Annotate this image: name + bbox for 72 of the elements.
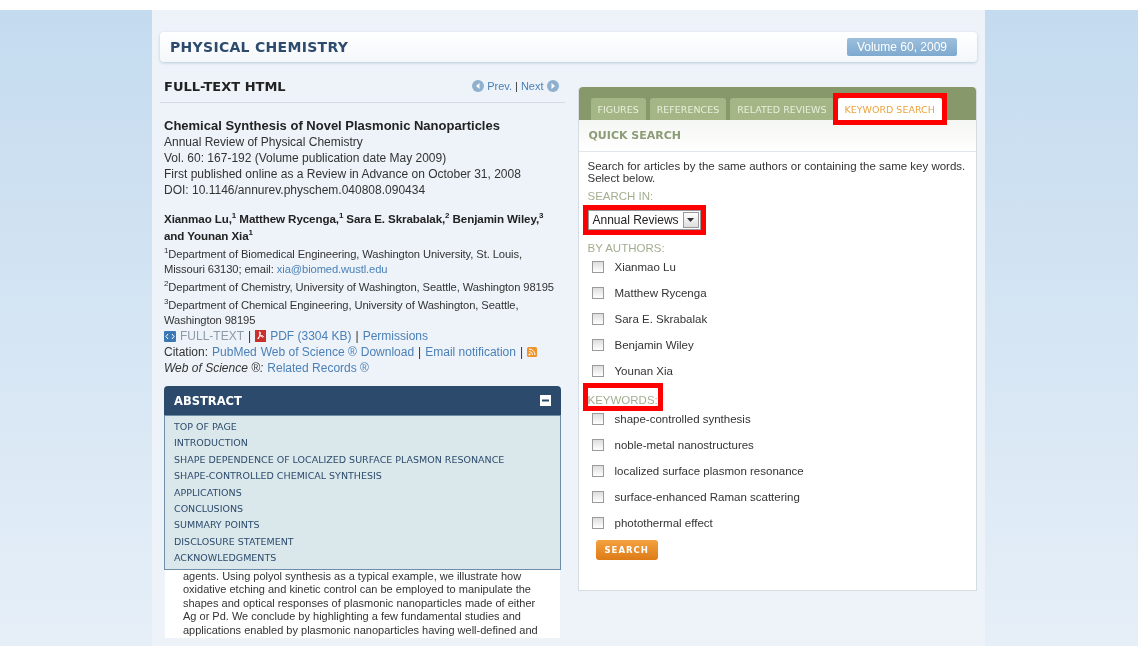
menu-link[interactable]: SHAPE-CONTROLLED CHEMICAL SYNTHESIS <box>174 468 382 485</box>
volume-badge: Volume 60, 2009 <box>846 38 957 56</box>
checkbox[interactable] <box>591 261 604 273</box>
separator: | <box>355 328 359 344</box>
checkbox[interactable] <box>591 413 604 425</box>
author-list: Xianmao Lu,$^{1}$ Matthew Rycenga,$^{1}$ Sara E. Skrabalak,$^{2}$ Benjamin Wiley,$^{3}$ and Younan Xia$^{1}$ <box>164 210 561 244</box>
checkbox[interactable] <box>591 517 604 529</box>
menu-link[interactable]: SUMMARY POINTS <box>174 517 260 534</box>
checkbox-label: shape-controlled synthesis <box>614 413 751 425</box>
journal-title: PHYSICAL CHEMISTRY <box>170 39 349 55</box>
checkbox-label: Benjamin Wiley <box>614 339 694 351</box>
checkbox-label: Matthew Rycenga <box>614 287 707 299</box>
prev-link[interactable]: Prev. <box>487 78 512 94</box>
tab[interactable]: KEYWORD SEARCH <box>837 98 942 120</box>
panel-title: QUICK SEARCH <box>578 120 976 152</box>
field-label: SEARCH IN: <box>587 190 654 202</box>
article-meta: First published online as a Review in Advance on October 31, 2008 <box>164 166 522 182</box>
checkbox[interactable] <box>591 287 604 299</box>
affiliation-text: $^{2}$Department of Chemistry, University of Washington, Seattle, Washington 98195 <box>164 280 555 295</box>
checkbox[interactable] <box>591 313 604 325</box>
abstract-title: ABSTRACT <box>174 393 242 408</box>
rss-icon <box>527 347 538 357</box>
article-meta: Vol. 60: 167-192 (Volume publication date May 2009) <box>164 150 448 166</box>
checkbox-label: surface-enhanced Raman scattering <box>614 491 800 503</box>
checkbox-label: noble-metal nanostructures <box>614 439 754 451</box>
separator: | <box>515 79 518 94</box>
menu-link[interactable]: DISCLOSURE STATEMENT <box>174 533 294 551</box>
separator: | <box>519 344 524 360</box>
checkbox-label: localized surface plasmon resonance <box>614 465 804 477</box>
next-link[interactable]: Next <box>520 78 544 94</box>
code-icon <box>164 330 176 342</box>
checkbox-label: Younan Xia <box>614 365 673 377</box>
article-title: Chemical Synthesis of Novel Plasmonic Nanoparticles <box>164 117 501 134</box>
group-label: BY AUTHORS: <box>587 242 665 254</box>
menu-link[interactable]: ACKNOWLEDGMENTS <box>174 550 277 567</box>
text-link[interactable]: Email notification <box>425 344 516 360</box>
separator: | <box>248 328 252 344</box>
separator: | <box>418 344 422 360</box>
checkbox[interactable] <box>591 465 604 477</box>
menu-link[interactable]: APPLICATIONS <box>174 484 242 502</box>
select-field[interactable]: Annual Reviews <box>587 210 701 230</box>
section-title: FULL-TEXT HTML <box>164 78 286 94</box>
checkbox-label: Xianmao Lu <box>614 261 676 273</box>
text-link[interactable]: Permissions <box>362 328 428 344</box>
text-link[interactable]: Web of Science ® <box>260 344 357 360</box>
checkbox-label: photothermal effect <box>614 517 713 529</box>
menu-link[interactable]: SHAPE DEPENDENCE OF LOCALIZED SURFACE PLASMON RESONANCE <box>174 451 505 469</box>
citation-label: Web of Science ®: <box>164 360 264 376</box>
citation-label: Citation: <box>164 344 209 360</box>
checkbox[interactable] <box>591 491 604 503</box>
affiliation-text: $^{1}$Department of Biomedical Engineering, Washington University, St. Louis, Missouri 63130; email: xia@biomed.wustl.edu <box>164 247 523 277</box>
email-link[interactable]: xia@biomed.wustl.edu <box>276 263 388 275</box>
checkbox[interactable] <box>591 439 604 451</box>
search-button[interactable]: SEARCH <box>595 540 658 560</box>
group-label: KEYWORDS: <box>587 394 658 406</box>
checkbox[interactable] <box>591 365 604 377</box>
article-meta: DOI: 10.1146/annurev.physchem.040808.090434 <box>164 182 427 198</box>
abstract-text: agents. Using polyol synthesis as a typical example, we illustrate how oxidative etching and kinetic control can be employed to manipulate the shapes and optical responses of plasmonic nanoparticles made of either Ag or Pd. We conclude by highlighting a few fundamental studies and applications enabled by plasmonic nanoparticles having well-defined and <box>165 569 560 638</box>
affiliation-text: $^{3}$Department of Chemical Engineering, University of Washington, Seattle, Washington 98195 <box>164 298 520 328</box>
menu-link[interactable]: INTRODUCTION <box>174 435 248 452</box>
pdf-icon <box>255 330 267 342</box>
caret-icon <box>687 218 695 222</box>
menu-link[interactable]: TOP OF PAGE <box>174 419 237 436</box>
text-link[interactable]: PubMed <box>212 344 257 360</box>
checkbox-label: Sara E. Skrabalak <box>614 313 708 325</box>
text-link[interactable]: Related Records ® <box>267 360 369 376</box>
pdf-link[interactable]: PDF (3304 KB) <box>270 328 352 344</box>
checkbox[interactable] <box>591 339 604 351</box>
text-link[interactable]: Download <box>360 344 415 360</box>
intro-text: Search for articles by the same authors or containing the same key words. Select below. <box>587 160 967 184</box>
article-meta: Annual Review of Physical Chemistry <box>164 134 364 150</box>
menu-link[interactable]: CONCLUSIONS <box>174 501 244 518</box>
